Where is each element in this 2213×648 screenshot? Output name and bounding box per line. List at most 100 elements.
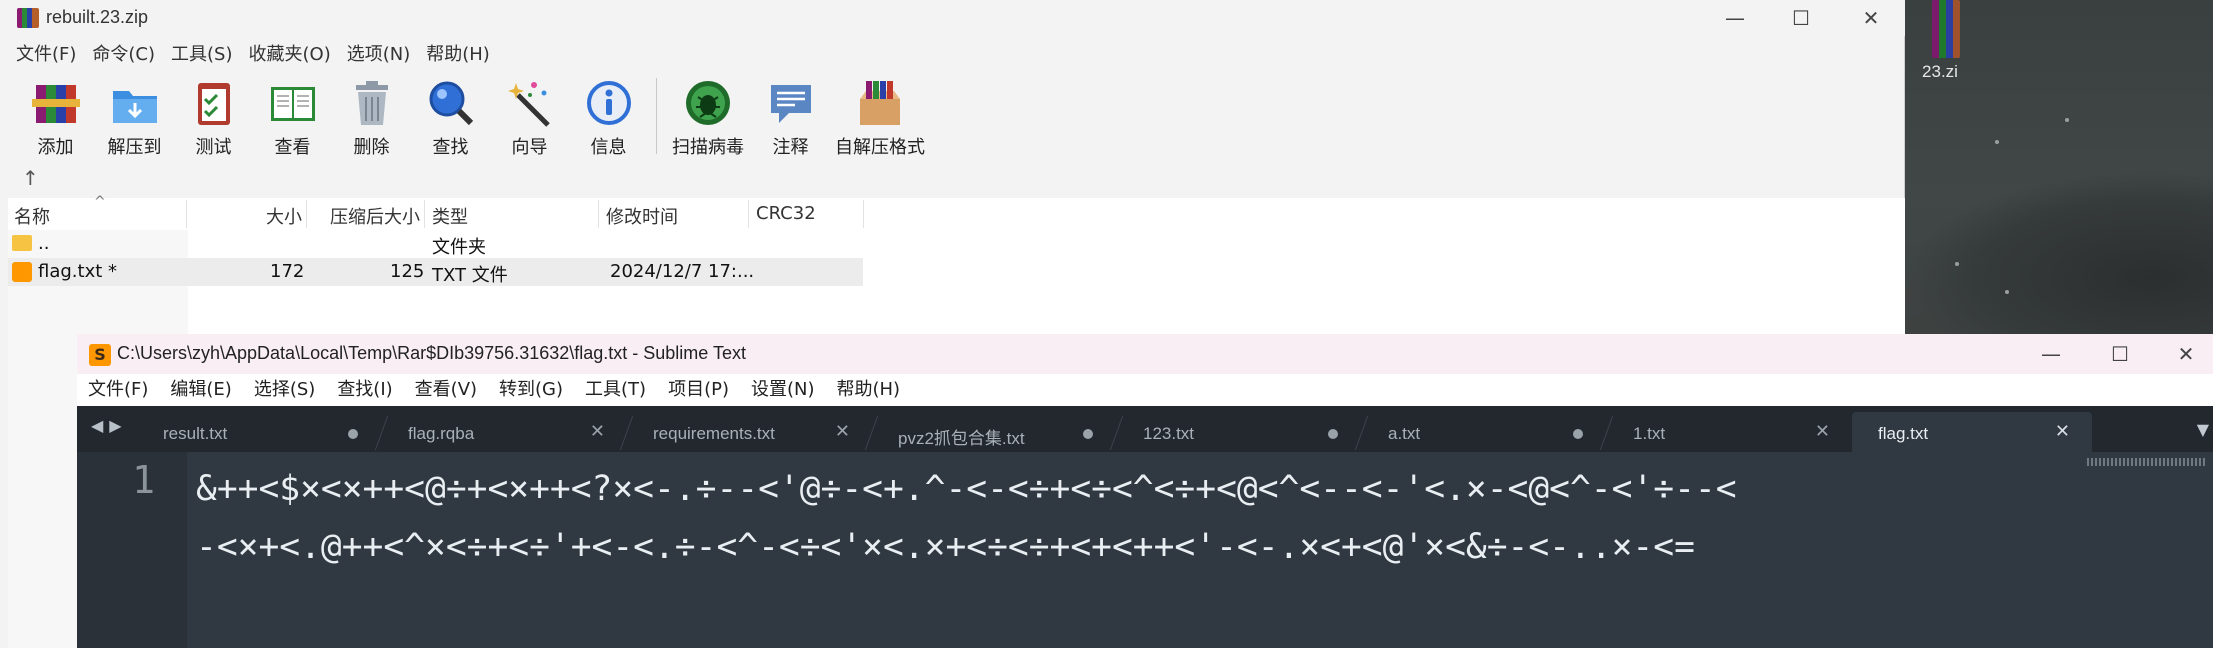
desktop-star (1955, 262, 1959, 266)
minimize-button[interactable]: — (1702, 0, 1768, 36)
column-size[interactable]: 大小 (266, 203, 302, 229)
editor-text-area[interactable]: &++<$×<×++<@÷+<×++<?×<-.÷--<'@÷-<+.^-<-<… (196, 460, 2156, 576)
trash-icon (346, 77, 398, 129)
column-name[interactable]: 名称 (14, 203, 50, 229)
virus-scan-icon (682, 77, 734, 129)
menu-favorites[interactable]: 收藏夹(O) (241, 40, 339, 70)
sublime-app-icon: S (89, 344, 111, 366)
minimap[interactable] (2087, 458, 2205, 466)
comment-icon (765, 77, 817, 129)
menu-edit[interactable]: 编辑(E) (159, 374, 242, 406)
menu-help[interactable]: 帮助(H) (418, 40, 498, 70)
sublime-window: S C:\Users\zyh\AppData\Local\Temp\Rar$DI… (77, 334, 2213, 648)
file-list-header: 名称 ^ 大小 压缩后大小 类型 修改时间 CRC32 (8, 194, 1905, 230)
close-button[interactable]: ✕ (2153, 336, 2213, 372)
comment-button[interactable]: 注释 (751, 70, 830, 162)
delete-button[interactable]: 删除 (332, 70, 411, 162)
wizard-button[interactable]: 向导 (490, 70, 569, 162)
view-book-icon (267, 77, 319, 129)
menu-tools[interactable]: 工具(S) (163, 40, 240, 70)
menu-help[interactable]: 帮助(H) (826, 374, 912, 406)
close-tab-icon[interactable]: ✕ (835, 421, 850, 442)
tab-flag-rqba[interactable]: flag.rqba ✕ (382, 412, 634, 452)
menu-project[interactable]: 项目(P) (657, 374, 740, 406)
maximize-button[interactable]: ☐ (2087, 336, 2153, 372)
sort-ascending-icon: ^ (94, 194, 106, 210)
desktop-star (1995, 140, 1999, 144)
menu-preferences[interactable]: 设置(N) (740, 374, 826, 406)
menu-file[interactable]: 文件(F) (77, 374, 159, 406)
sublime-menu-bar: 文件(F) 编辑(E) 选择(S) 查找(I) 查看(V) 转到(G) 工具(T… (77, 374, 2213, 406)
up-arrow-icon[interactable]: ↑ (22, 166, 39, 190)
tab-1-txt[interactable]: 1.txt ✕ (1607, 412, 1852, 452)
tab-list-dropdown-icon[interactable]: ▼ (2197, 420, 2209, 439)
tab-flag-txt[interactable]: flag.txt ✕ (1852, 412, 2092, 452)
unsaved-dot-icon (1573, 429, 1583, 439)
unsaved-dot-icon (348, 429, 358, 439)
info-button[interactable]: 信息 (569, 70, 648, 162)
menu-tools[interactable]: 工具(T) (574, 374, 657, 406)
column-packed-size[interactable]: 压缩后大小 (330, 203, 420, 229)
menu-selection[interactable]: 选择(S) (243, 374, 326, 406)
winrar-menu-bar: 文件(F) 命令(C) 工具(S) 收藏夹(O) 选项(N) 帮助(H) (0, 40, 498, 70)
sfx-button[interactable]: 自解压格式 (830, 70, 930, 162)
test-clipboard-icon (188, 77, 240, 129)
menu-goto[interactable]: 转到(G) (488, 374, 574, 406)
desktop-star (2005, 290, 2009, 294)
menu-options[interactable]: 选项(N) (339, 40, 419, 70)
close-button[interactable]: ✕ (1838, 0, 1904, 36)
path-bar: ↑ (0, 164, 1905, 196)
close-tab-icon[interactable]: ✕ (2055, 421, 2070, 442)
tab-requirements-txt[interactable]: requirements.txt ✕ (627, 412, 879, 452)
tab-result-txt[interactable]: result.txt (137, 412, 389, 452)
desktop-star (2065, 118, 2069, 122)
minimize-button[interactable]: — (2018, 336, 2084, 372)
magnifier-icon (425, 77, 477, 129)
tab-pvz2-txt[interactable]: pvz2抓包合集.txt (872, 412, 1124, 452)
menu-file[interactable]: 文件(F) (8, 40, 84, 70)
extract-folder-icon (109, 77, 161, 129)
menu-view[interactable]: 查看(V) (404, 374, 488, 406)
winrar-title: rebuilt.23.zip (46, 7, 149, 27)
code-line: &++<$×<×++<@÷+<×++<?×<-.÷--<'@÷-<+.^-<-<… (196, 469, 1737, 509)
tab-a-txt[interactable]: a.txt (1362, 412, 1614, 452)
add-archive-icon (30, 77, 82, 129)
column-type[interactable]: 类型 (432, 203, 468, 229)
unsaved-dot-icon (1328, 429, 1338, 439)
close-tab-icon[interactable]: ✕ (590, 421, 605, 442)
unsaved-dot-icon (1083, 429, 1093, 439)
menu-find[interactable]: 查找(I) (326, 374, 403, 406)
tab-scroll-arrows[interactable]: ◀▶ (91, 416, 128, 435)
virus-scan-button[interactable]: 扫描病毒 (665, 70, 751, 162)
find-button[interactable]: 查找 (411, 70, 490, 162)
test-button[interactable]: 测试 (174, 70, 253, 162)
folder-icon (12, 235, 32, 251)
desktop-zip-icon[interactable]: 23.zi (1910, 0, 1970, 100)
maximize-button[interactable]: ☐ (1768, 0, 1834, 36)
winrar-books-icon (1932, 0, 1960, 58)
close-tab-icon[interactable]: ✕ (1815, 421, 1830, 442)
file-row-flag[interactable]: flag.txt * 172 125 TXT 文件 2024/12/7 17:.… (8, 258, 863, 286)
sublime-title-bar[interactable]: S C:\Users\zyh\AppData\Local\Temp\Rar$DI… (77, 334, 2213, 374)
toolbar-separator (656, 78, 657, 154)
code-line: -<×+<.@++<^×<÷+<÷'+<-<.÷-<^-<÷<'×<.×+<÷<… (196, 527, 1695, 567)
line-number-gutter: 1 (77, 452, 187, 648)
winrar-app-icon (17, 8, 39, 28)
sublime-file-icon (12, 262, 32, 282)
add-button[interactable]: 添加 (16, 70, 95, 162)
line-number: 1 (132, 458, 155, 502)
desktop-hills (1905, 170, 2213, 350)
sfx-box-icon (854, 77, 906, 129)
winrar-title-bar[interactable]: rebuilt.23.zip — ☐ ✕ (0, 0, 1905, 36)
winrar-toolbar: 添加 解压到 测试 查看 删除 查找 向导 信息 扫描病毒 注释 自解压格式 (0, 70, 1905, 162)
column-modified[interactable]: 修改时间 (606, 203, 678, 229)
extract-to-button[interactable]: 解压到 (95, 70, 174, 162)
tab-bar: ◀▶ result.txt flag.rqba ✕ requirements.t… (77, 406, 2213, 452)
desktop-icon-label: 23.zi (1922, 62, 1958, 81)
column-crc32[interactable]: CRC32 (756, 203, 816, 224)
tab-123-txt[interactable]: 123.txt (1117, 412, 1369, 452)
wizard-wand-icon (504, 77, 556, 129)
menu-commands[interactable]: 命令(C) (84, 40, 163, 70)
file-row-parent[interactable]: .. 文件夹 (8, 230, 863, 258)
view-button[interactable]: 查看 (253, 70, 332, 162)
